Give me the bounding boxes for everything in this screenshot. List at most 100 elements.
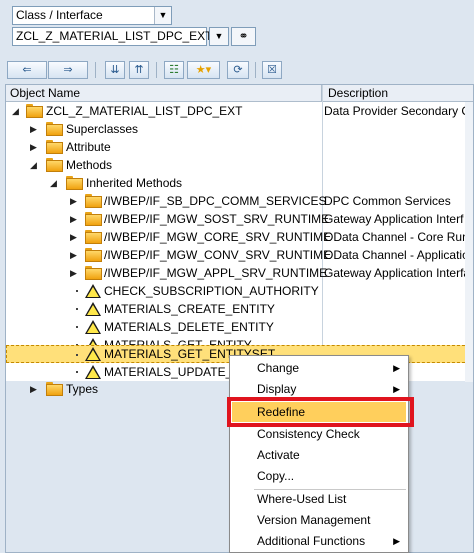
expand-button[interactable]: ⇊ xyxy=(105,61,125,79)
chevron-down-icon[interactable]: ▼ xyxy=(154,7,171,24)
tree-row-method[interactable]: CHECK_SUBSCRIPTION_AUTHORITY xyxy=(6,282,473,300)
tree-row-methods[interactable]: ◢ Methods xyxy=(6,156,473,174)
menu-item-additional-functions[interactable]: Additional Functions ▶ xyxy=(232,531,406,551)
tree-row-label: Methods xyxy=(66,158,113,172)
object-type-dropdown[interactable]: Class / Interface ▼ xyxy=(12,6,172,25)
tree-row-interface[interactable]: ▶ /IWBEP/IF_SB_DPC_COMM_SERVICES DPC Com… xyxy=(6,192,473,210)
folder-icon xyxy=(46,122,63,136)
warning-icon xyxy=(85,302,101,316)
back-icon: ⇐ xyxy=(22,64,32,76)
menu-item-activate[interactable]: Activate xyxy=(232,445,406,465)
menu-item-version-management[interactable]: Version Management xyxy=(232,510,406,530)
menu-item-label: Additional Functions xyxy=(257,534,366,548)
refresh-icon: ⟳ xyxy=(233,64,243,76)
tree-row-desc: Data Provider Secondary C xyxy=(324,104,471,118)
tree-row-interface[interactable]: ▶ /IWBEP/IF_MGW_CORE_SRV_RUNTIME OData C… xyxy=(6,228,473,246)
warning-icon xyxy=(85,347,101,361)
menu-item-label: Change xyxy=(257,361,300,375)
header-object-name[interactable]: Object Name xyxy=(6,85,322,102)
expanded-arrow-icon[interactable]: ◢ xyxy=(50,174,57,192)
object-name-input[interactable]: ZCL_Z_MATERIAL_LIST_DPC_EXT xyxy=(12,27,213,46)
collapsed-arrow-icon[interactable]: ▶ xyxy=(70,246,77,264)
hierarchy-button[interactable]: ☷ xyxy=(164,61,184,79)
tree-row-desc: DPC Common Services xyxy=(324,194,451,208)
menu-item-label: Version Management xyxy=(257,513,371,527)
forward-button[interactable]: ⇒ xyxy=(48,61,88,79)
leaf-dot xyxy=(76,354,78,356)
expanded-arrow-icon[interactable]: ◢ xyxy=(12,102,19,120)
collapse-button[interactable]: ⇈ xyxy=(129,61,149,79)
folder-icon xyxy=(85,248,102,262)
tree-row-superclasses[interactable]: ▶ Superclasses xyxy=(6,120,473,138)
favorite-icon: ★▾ xyxy=(195,64,212,76)
menu-item-copy[interactable]: Copy... xyxy=(232,466,406,486)
leaf-dot xyxy=(76,308,78,310)
tree-row-label: Inherited Methods xyxy=(86,176,183,190)
submenu-arrow-icon: ▶ xyxy=(393,536,400,546)
toolbar-separator xyxy=(255,62,256,78)
tree-row-method[interactable]: MATERIALS_DELETE_ENTITY xyxy=(6,318,473,336)
redefine-highlight-box xyxy=(227,397,414,427)
collapsed-arrow-icon[interactable]: ▶ xyxy=(30,138,37,156)
tree-row-label: Superclasses xyxy=(66,122,139,136)
collapsed-arrow-icon[interactable]: ▶ xyxy=(70,210,77,228)
toolbar-separator xyxy=(156,62,157,78)
menu-item-label: Consistency Check xyxy=(257,427,360,441)
tree-row-interface[interactable]: ▶ /IWBEP/IF_MGW_SOST_SRV_RUNTIME Gateway… xyxy=(6,210,473,228)
forward-icon: ⇒ xyxy=(63,64,73,76)
warning-icon xyxy=(85,320,101,334)
object-name-dropdown-button[interactable]: ▼ xyxy=(209,27,229,46)
leaf-dot xyxy=(76,326,78,328)
tree-row-label: /IWBEP/IF_MGW_SOST_SRV_RUNTIME xyxy=(104,212,330,226)
tree-row-desc: Gateway Application Interfa xyxy=(324,266,471,280)
expand-icon: ⇊ xyxy=(110,64,120,76)
menu-item-display[interactable]: Display ▶ xyxy=(232,379,406,399)
tree-row-attribute[interactable]: ▶ Attribute xyxy=(6,138,473,156)
expanded-arrow-icon[interactable]: ◢ xyxy=(30,156,37,174)
object-type-value: Class / Interface xyxy=(16,8,103,22)
tree-row-interface[interactable]: ▶ /IWBEP/IF_MGW_CONV_SRV_RUNTIME OData C… xyxy=(6,246,473,264)
collapsed-arrow-icon[interactable]: ▶ xyxy=(30,380,37,398)
display-glasses-button[interactable]: ⚭ xyxy=(231,27,256,46)
collapsed-arrow-icon[interactable]: ▶ xyxy=(70,264,77,282)
menu-item-consistency-check[interactable]: Consistency Check xyxy=(232,424,406,444)
collapsed-arrow-icon[interactable]: ▶ xyxy=(70,192,77,210)
tree-row-label: CHECK_SUBSCRIPTION_AUTHORITY xyxy=(104,284,319,298)
tree-row-label: MATERIALS_UPDATE_E xyxy=(104,365,241,379)
folder-open-icon xyxy=(46,158,63,172)
menu-item-label: Copy... xyxy=(257,469,295,483)
tree-row-label: Types xyxy=(66,382,99,396)
tree-row-inherited-methods[interactable]: ◢ Inherited Methods xyxy=(6,174,473,192)
tree-row-desc: Gateway Application Interf xyxy=(324,212,464,226)
vertical-scrollbar[interactable] xyxy=(465,102,473,382)
menu-item-label: Display xyxy=(257,382,297,396)
tree-row-label: /IWBEP/IF_MGW_APPL_SRV_RUNTIME xyxy=(104,266,328,280)
tree-row-label: /IWBEP/IF_SB_DPC_COMM_SERVICES xyxy=(104,194,327,208)
tree-row-interface[interactable]: ▶ /IWBEP/IF_MGW_APPL_SRV_RUNTIME Gateway… xyxy=(6,264,473,282)
tree-row-label: MATERIALS_DELETE_ENTITY xyxy=(104,320,274,334)
close-button[interactable]: ☒ xyxy=(262,61,282,79)
menu-item-where-used-list[interactable]: Where-Used List xyxy=(232,489,406,509)
collapsed-arrow-icon[interactable]: ▶ xyxy=(30,120,37,138)
header-description[interactable]: Description xyxy=(324,85,388,102)
menu-item-label: Activate xyxy=(257,448,300,462)
folder-icon xyxy=(85,266,102,280)
menu-item-label: Where-Used List xyxy=(257,492,347,506)
warning-icon xyxy=(85,365,101,379)
tree-header: Object Name Description xyxy=(6,85,473,102)
refresh-button[interactable]: ⟳ xyxy=(227,61,249,79)
tree-row-root[interactable]: ◢ ZCL_Z_MATERIAL_LIST_DPC_EXT Data Provi… xyxy=(6,102,473,120)
warning-icon xyxy=(85,284,101,298)
tree-row-method[interactable]: MATERIALS_CREATE_ENTITY xyxy=(6,300,473,318)
close-icon: ☒ xyxy=(267,64,277,76)
object-name-value: ZCL_Z_MATERIAL_LIST_DPC_EXT xyxy=(16,29,213,43)
tree-row-label: /IWBEP/IF_MGW_CORE_SRV_RUNTIME xyxy=(104,230,332,244)
collapsed-arrow-icon[interactable]: ▶ xyxy=(70,228,77,246)
folder-icon xyxy=(85,230,102,244)
back-button[interactable]: ⇐ xyxy=(7,61,47,79)
folder-icon xyxy=(85,194,102,208)
menu-item-change[interactable]: Change ▶ xyxy=(232,358,406,378)
toolbar-separator xyxy=(95,62,96,78)
favorites-button[interactable]: ★▾ xyxy=(187,61,220,79)
folder-icon xyxy=(46,140,63,154)
